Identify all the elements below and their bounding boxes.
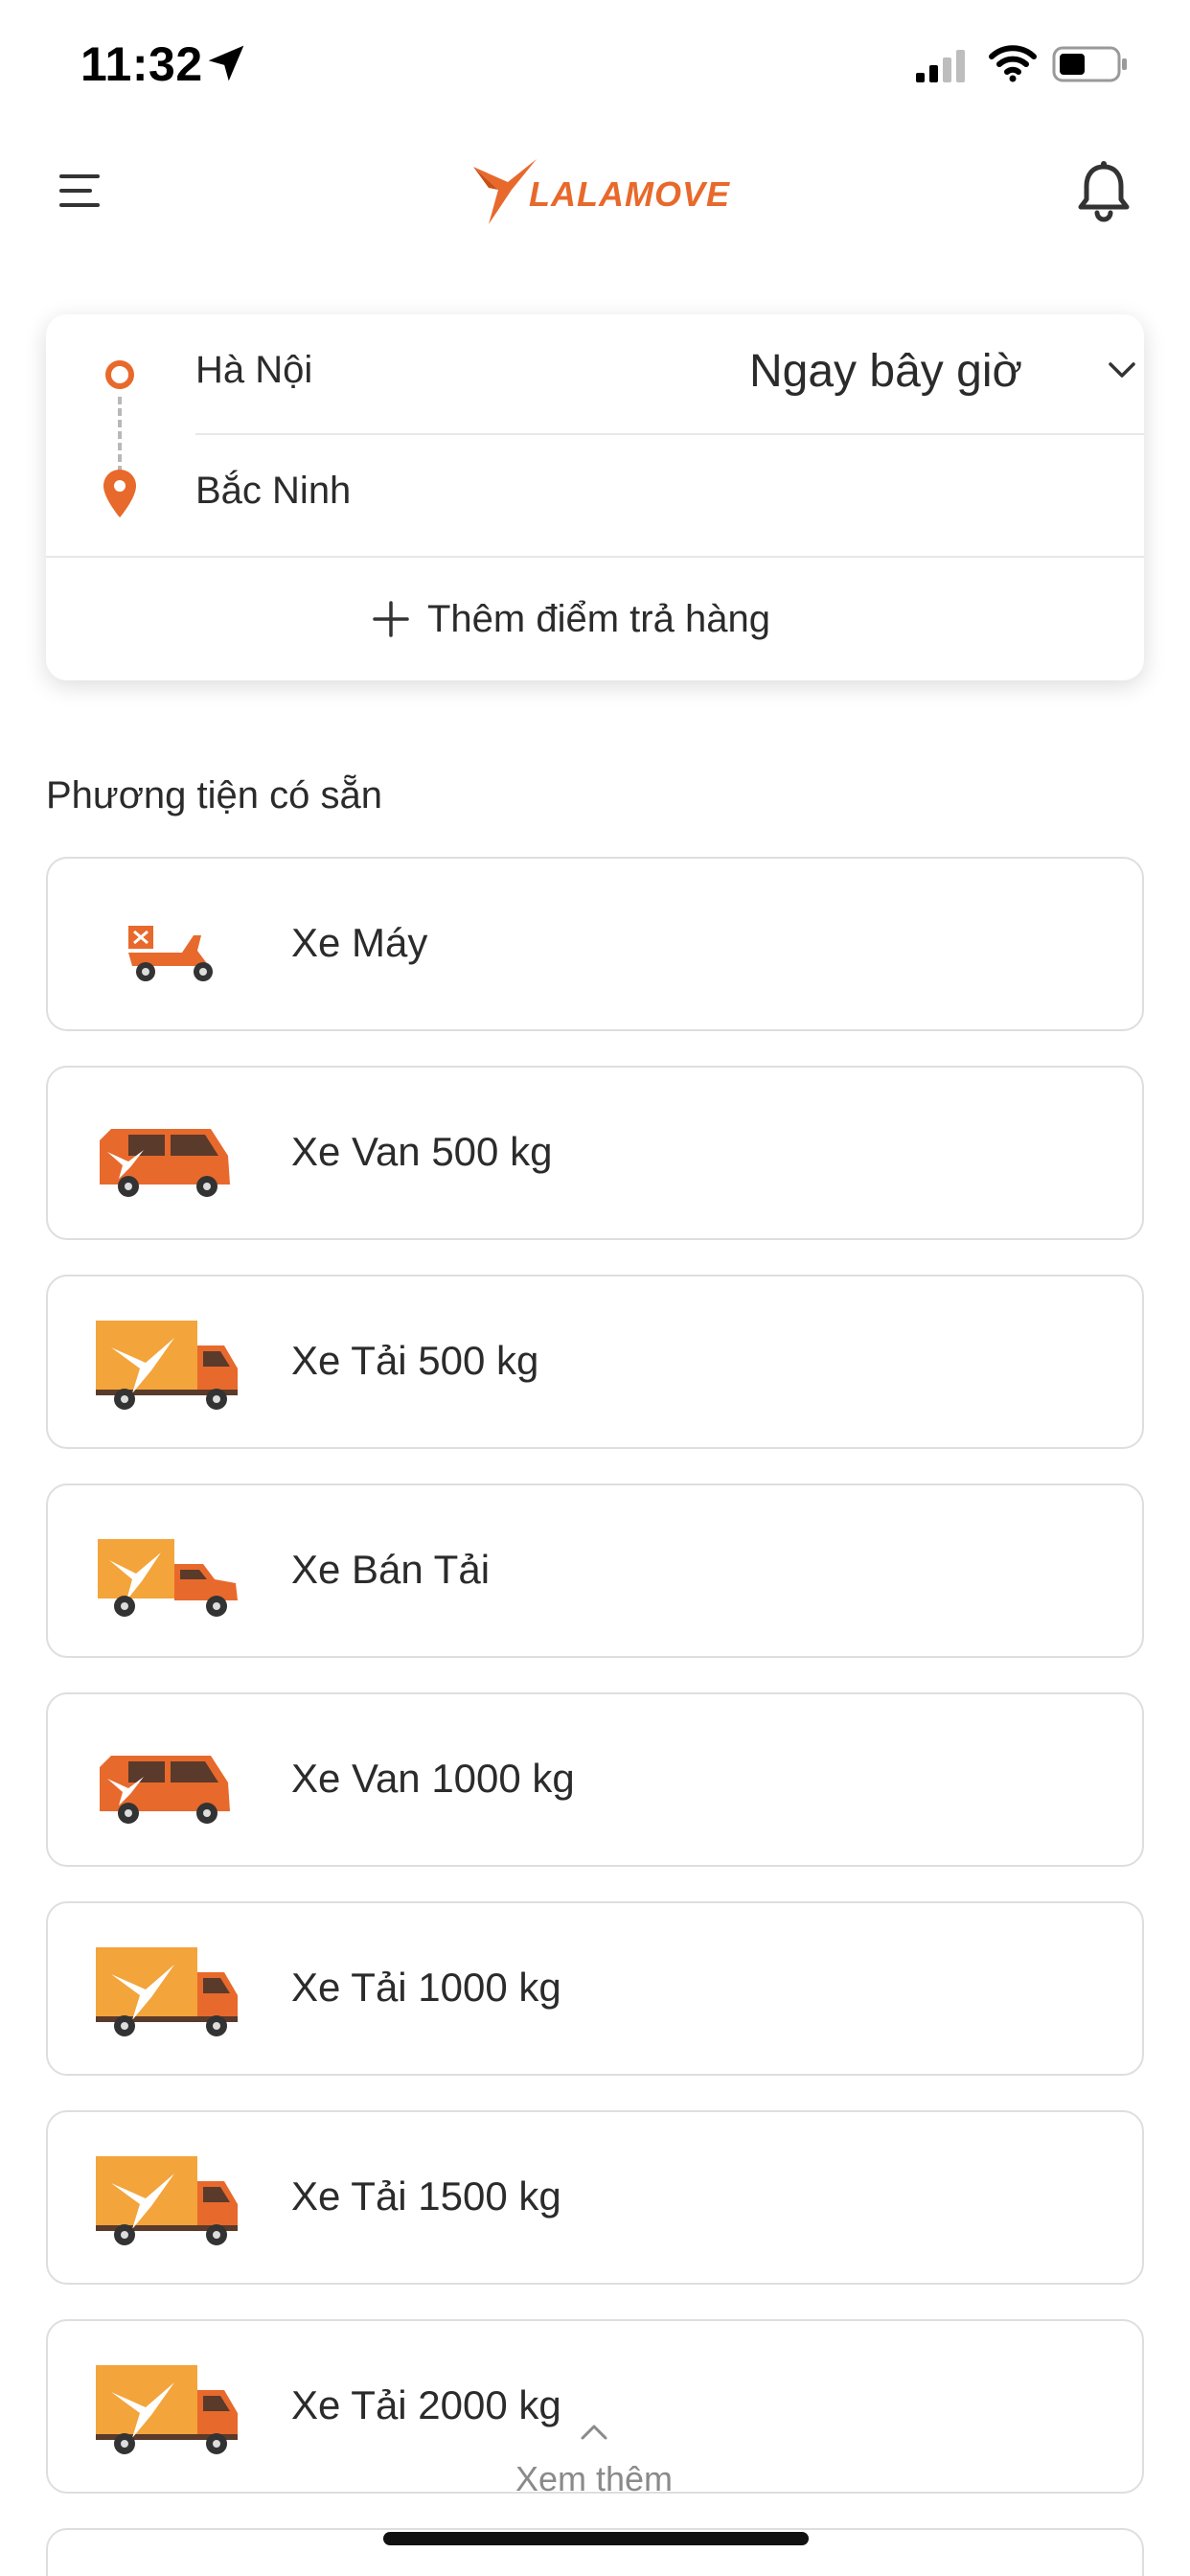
notification-bell-icon[interactable]: [1075, 161, 1133, 222]
truck-icon: [96, 1321, 238, 1410]
pickup-location-label: Hà Nội: [195, 349, 313, 391]
home-indicator: [383, 2532, 809, 2545]
vehicle-label: Xe Tải 1000 kg: [291, 1965, 561, 2010]
vehicle-label: Xe Tải 500 kg: [291, 1338, 539, 1383]
see-more-label: Xem thêm: [515, 2459, 674, 2498]
status-time: 11:32: [80, 37, 203, 91]
dropoff-pin-icon: [103, 470, 136, 518]
cellular-signal-icon: [916, 50, 965, 82]
vehicles-section-title: Phương tiện có sẵn: [46, 774, 382, 816]
add-stop-button[interactable]: Thêm điểm trả hàng: [46, 558, 1144, 680]
pickup-dot-icon: [105, 360, 134, 389]
status-bar: 11:32: [0, 0, 1190, 134]
truck-icon: [96, 2156, 238, 2245]
vehicle-card[interactable]: Xe Van 500 kg: [46, 1066, 1144, 1240]
vehicle-card[interactable]: Xe Tải 1000 kg: [46, 1901, 1144, 2076]
pickup-time-label: Ngay bây giờ: [749, 346, 1022, 397]
plus-icon: [373, 601, 409, 637]
vehicle-label: Xe Bán Tải: [291, 1547, 491, 1592]
van-icon: [100, 1756, 230, 1824]
truck-icon: [96, 1947, 238, 2036]
pickup-truck-icon: [98, 1539, 238, 1617]
logo-text: LALAMOVE: [529, 174, 730, 214]
vehicle-card[interactable]: Xe Tải 500 kg: [46, 1275, 1144, 1449]
wifi-icon: [989, 45, 1037, 82]
location-arrow-icon: [208, 45, 244, 81]
chevron-up-icon: [581, 2425, 607, 2440]
app-header: LALAMOVE: [0, 144, 1190, 240]
vehicle-label: Xe Van 1000 kg: [291, 1756, 575, 1801]
bird-logo-icon: [473, 159, 537, 224]
motorbike-icon: [128, 926, 213, 981]
vehicle-card[interactable]: Xe Van 1000 kg: [46, 1692, 1144, 1867]
vehicle-label: Xe Van 500 kg: [291, 1129, 553, 1174]
add-stop-label: Thêm điểm trả hàng: [427, 598, 770, 640]
lalamove-logo: LALAMOVE: [469, 153, 730, 230]
dropoff-location-label: Bắc Ninh: [195, 470, 352, 512]
chevron-down-icon: [1109, 362, 1135, 378]
truck-icon: [96, 2365, 238, 2454]
van-icon: [100, 1129, 230, 1197]
dropoff-location-row[interactable]: Bắc Ninh: [46, 435, 1144, 554]
vehicle-label: Xe Tải 1500 kg: [291, 2174, 561, 2219]
route-card: Hà Nội Ngay bây giờ Bắc Ninh Thêm điểm t…: [46, 314, 1144, 680]
battery-icon: [1052, 46, 1127, 82]
hamburger-menu-icon[interactable]: [57, 169, 102, 213]
vehicle-card[interactable]: Xe Tải 1500 kg: [46, 2110, 1144, 2285]
vehicle-label: Xe Máy: [291, 920, 428, 965]
vehicle-card[interactable]: Xe Máy: [46, 857, 1144, 1031]
vehicle-card[interactable]: Xe Bán Tải: [46, 1484, 1144, 1658]
pickup-location-row[interactable]: Hà Nội Ngay bây giờ: [46, 314, 1144, 433]
see-more-button[interactable]: Xem thêm: [498, 2415, 690, 2511]
